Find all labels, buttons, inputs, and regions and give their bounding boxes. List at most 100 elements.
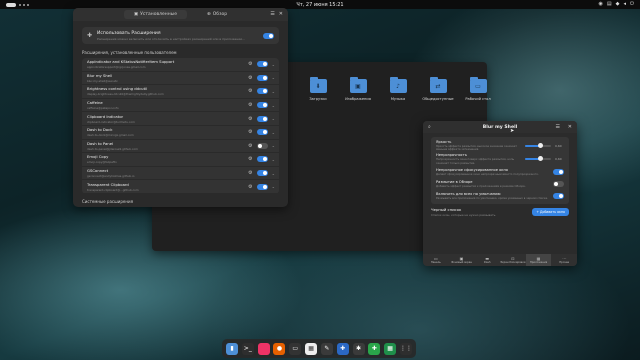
menu-icon[interactable]: ☰ <box>270 11 274 17</box>
extension-toggle[interactable] <box>256 102 268 109</box>
terminal-icon[interactable]: >_ <box>241 342 254 355</box>
gear-icon[interactable]: ⚙ <box>248 143 252 149</box>
extension-toggle[interactable] <box>256 129 268 136</box>
installed-icon: ▣ <box>133 12 139 17</box>
clipboard-icon[interactable]: ▤ <box>607 2 612 7</box>
chevron-down-icon[interactable]: ⌄ <box>272 171 275 176</box>
firefox-icon[interactable]: ● <box>273 342 286 355</box>
option-toggle[interactable] <box>553 168 564 175</box>
tab-lock[interactable]: ⊡ Экран блокировки <box>500 254 526 266</box>
extension-toggle[interactable] <box>256 156 268 163</box>
folder-item[interactable]: ⬇ Загрузки <box>298 77 338 101</box>
menu-icon[interactable]: ☰ <box>556 124 560 130</box>
clock[interactable]: Чт, 27 июня 15:21 <box>0 2 640 8</box>
system-tray[interactable]: ◉ ▤ ◆ ◂ ⏻ <box>599 2 634 7</box>
extension-row[interactable]: Clipboard Indicator clipboard-indicator@t… <box>82 112 279 126</box>
gear-icon[interactable]: ⚙ <box>248 61 252 67</box>
extension-toggle[interactable] <box>256 142 268 149</box>
extension-row[interactable]: Transparent Clipboard transparent-clipboa… <box>82 180 279 194</box>
gear-icon[interactable]: ⚙ <box>248 156 252 162</box>
gear-icon[interactable]: ⚙ <box>248 129 252 135</box>
network-icon[interactable]: ◆ <box>616 2 620 7</box>
gear-icon[interactable]: ⚙ <box>248 184 252 190</box>
chevron-down-icon[interactable]: ⌄ <box>272 103 275 108</box>
extension-row[interactable]: Blur my Shell blur-my-shell@aunetx ⚙ ⌄ <box>82 72 279 86</box>
option-subtitle: Яркость эффекта размытия, высокое значен… <box>436 144 517 152</box>
extension-toggle[interactable] <box>256 61 268 68</box>
extension-id: appindicatorsupport@rgcjonas.gmail.com <box>87 65 146 70</box>
chevron-down-icon[interactable]: ⌄ <box>272 157 275 162</box>
gear-icon[interactable]: ⚙ <box>248 170 252 176</box>
folder-item[interactable]: ▣ Изображения <box>338 77 378 101</box>
close-icon[interactable]: ✕ <box>568 124 572 130</box>
blur-tab-bar: ▭ Панель ▣ Фоновый экран ▬ Dash ⊡ Экран блокиро… <box>423 254 577 266</box>
chevron-down-icon[interactable]: ⌄ <box>272 130 275 135</box>
app-grid-icon[interactable]: ⋮⋮ <box>399 342 412 355</box>
extension-toggle[interactable] <box>256 74 268 81</box>
option-toggle[interactable] <box>553 180 564 187</box>
folder-item[interactable]: ▭ Рабочий стол <box>458 77 498 101</box>
chevron-down-icon[interactable]: ⌄ <box>272 62 275 67</box>
tab-dash[interactable]: ▬ Dash <box>474 254 500 266</box>
search-icon[interactable]: ⌕ <box>428 124 431 130</box>
calendar2-icon[interactable]: ▦ <box>384 342 397 355</box>
extension-row[interactable]: Emoji Copy emoji-copy@felipeftn ⚙ ⌄ <box>82 153 279 167</box>
blur-option-row: Размытие в Обзоре Добавить эффект размыти… <box>436 178 564 190</box>
extension-row[interactable]: Caffeine caffeine@patapon.info ⚙ ⌄ <box>82 99 279 113</box>
terminal2-icon[interactable]: ▭ <box>289 342 302 355</box>
option-slider[interactable] <box>525 142 551 148</box>
tab-background[interactable]: ▣ Фоновый экран <box>449 254 475 266</box>
extensions-icon: ✚ <box>87 32 93 39</box>
volume-icon[interactable]: ◂ <box>624 2 627 7</box>
tab-other[interactable]: ⋯ Прочее <box>551 254 577 266</box>
slider-knob[interactable] <box>538 156 544 162</box>
gear-icon[interactable]: ⚙ <box>248 102 252 108</box>
app-indicator-icon[interactable]: ◉ <box>599 2 603 7</box>
software-icon[interactable] <box>257 342 270 355</box>
tab-browse[interactable]: ⊕ Обзор <box>197 10 237 19</box>
extension-row[interactable]: Dash to Dock dash-to-dock@micxgx.gmail.co… <box>82 126 279 140</box>
power-icon[interactable]: ⏻ <box>630 2 634 7</box>
close-icon[interactable]: ✕ <box>279 11 283 17</box>
add-window-button[interactable]: + Добавить окно <box>532 207 569 216</box>
extension-row[interactable]: GSConnect gsconnect@andyholmes.github.io ⚙… <box>82 167 279 181</box>
extension-text: Brightness control using ddcutil display-… <box>87 86 244 96</box>
use-extensions-toggle[interactable] <box>263 32 274 39</box>
extension-toggle[interactable] <box>256 88 268 95</box>
gear-icon[interactable]: ⚙ <box>248 88 252 94</box>
chevron-down-icon[interactable]: ⌄ <box>272 75 275 80</box>
use-extensions-row: ✚ Использовать Расширения Расширения мож… <box>82 27 279 44</box>
folder-item[interactable]: ♪ Музыка <box>378 77 418 101</box>
files-icon[interactable]: ▮ <box>226 342 238 355</box>
tab-apps[interactable]: ▦ Приложения <box>525 254 552 266</box>
pen-icon[interactable]: ✎ <box>320 342 333 355</box>
gear-icon[interactable]: ⚙ <box>248 75 252 81</box>
extension-title: Emoji Copy <box>87 154 109 160</box>
extension-row[interactable]: Brightness control using ddcutil display-… <box>82 85 279 99</box>
extension-toggle[interactable] <box>256 115 268 122</box>
extension-toggle[interactable] <box>256 170 268 177</box>
option-toggle[interactable] <box>553 192 564 199</box>
desktop-icon: ▭ <box>469 77 487 93</box>
extension-toggle[interactable] <box>256 183 268 190</box>
chevron-down-icon[interactable]: ⌄ <box>272 143 275 148</box>
tab-panel[interactable]: ▭ Панель <box>423 254 449 266</box>
extension-id: caffeine@patapon.info <box>87 106 119 111</box>
chevron-down-icon[interactable]: ⌄ <box>272 116 275 121</box>
extensions-icon[interactable]: ✚ <box>336 342 349 355</box>
gear-icon[interactable]: ⚙ <box>248 116 252 122</box>
extension-title: GSConnect <box>87 168 109 174</box>
tab-installed[interactable]: ▣ Установленные <box>123 10 187 19</box>
folder-item[interactable]: ⇄ Общедоступные <box>418 77 458 101</box>
chevron-down-icon[interactable]: ⌄ <box>272 89 275 94</box>
extension-text: GSConnect gsconnect@andyholmes.github.io <box>87 168 244 178</box>
green-app-icon[interactable]: ✚ <box>368 342 381 355</box>
calendar-icon[interactable]: ▦ <box>305 342 318 355</box>
chevron-down-icon[interactable]: ⌄ <box>272 184 275 189</box>
option-slider[interactable] <box>525 156 551 162</box>
extension-row[interactable]: Dash to Panel dash-to-panel@jderose9.gith… <box>82 140 279 154</box>
extension-row[interactable]: AppIndicator and KStatusNotifierItem Sup… <box>82 58 279 72</box>
extension-title: Caffeine <box>87 100 103 106</box>
puzzle-icon[interactable]: ✱ <box>352 342 365 355</box>
slider-knob[interactable] <box>538 142 544 148</box>
